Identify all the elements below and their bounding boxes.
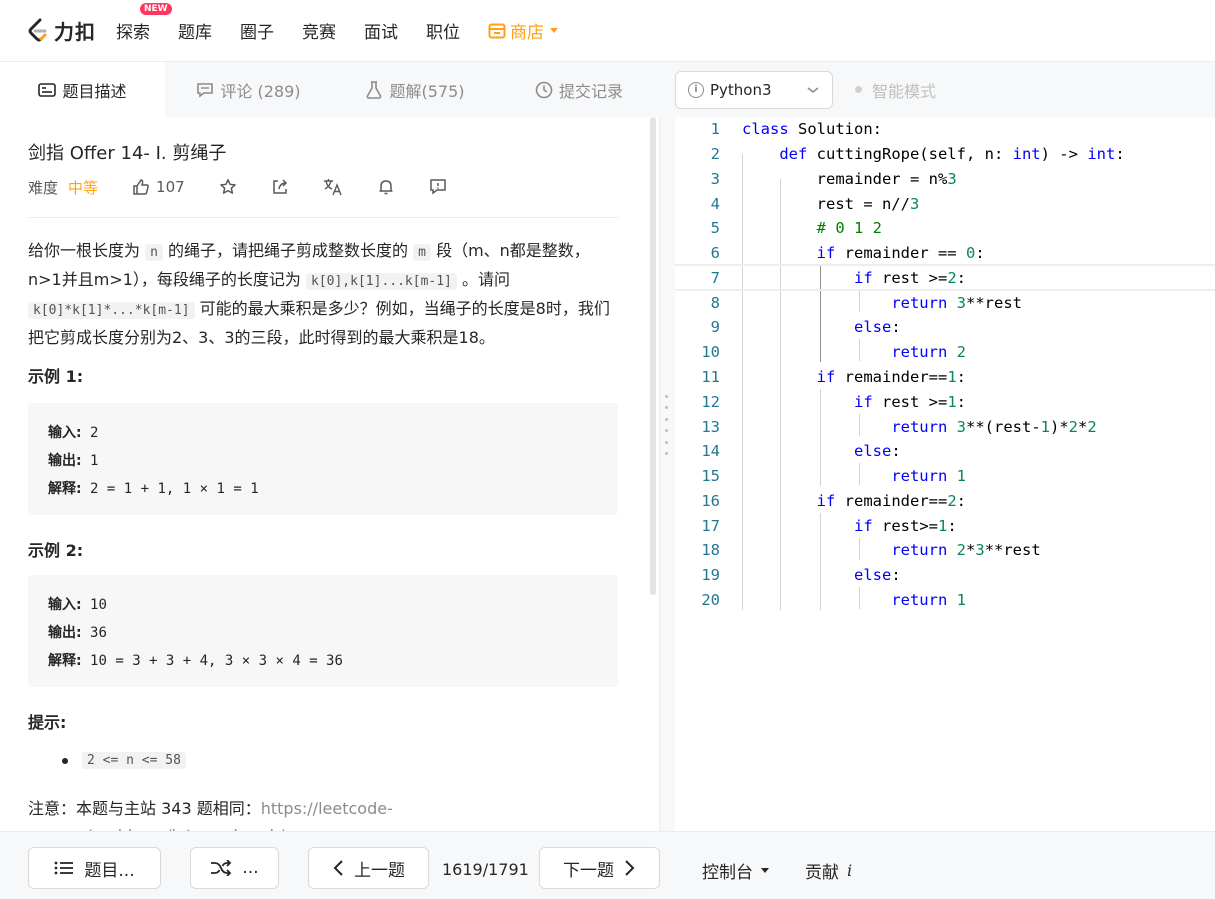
- bell-icon: [379, 180, 393, 195]
- code-line: 20 return 1: [701, 591, 966, 609]
- nav-jobs[interactable]: 职位: [426, 18, 460, 43]
- example-2-heading: 示例 2:: [28, 541, 84, 560]
- tab-solutions[interactable]: 题解(575): [332, 62, 498, 117]
- star-icon: [219, 179, 236, 194]
- info-italic-icon: i: [847, 861, 853, 880]
- hint-item: 2 <= n <= 58: [62, 752, 186, 769]
- flask-icon: [367, 80, 382, 99]
- code-editor[interactable]: 1 class Solution: 2 def cuttingRope(self,…: [675, 117, 1215, 831]
- code-line: 8 return 3**rest: [710, 294, 1022, 312]
- code-line: 2 def cuttingRope(self, n: int) -> int:: [710, 145, 1125, 163]
- leetcode-logo-icon: [28, 18, 47, 41]
- next-problem-button[interactable]: 下一题: [539, 847, 660, 889]
- info-icon: i: [688, 81, 704, 98]
- smart-mode-toggle[interactable]: 智能模式: [855, 78, 936, 102]
- console-toggle[interactable]: 控制台: [702, 858, 769, 883]
- scrollbar[interactable]: [650, 117, 656, 595]
- resize-handle[interactable]: [662, 395, 670, 455]
- share-button[interactable]: [271, 178, 289, 196]
- code-line-current: 7 if rest >=2:: [675, 264, 1215, 291]
- bullet-icon: [62, 757, 68, 764]
- clock-icon: [535, 81, 553, 98]
- tab-description[interactable]: 题目描述: [0, 62, 165, 117]
- description-icon: [38, 82, 57, 97]
- contribute-button[interactable]: 贡献 i: [805, 858, 852, 883]
- inline-code: k[0]*k[1]*...*k[m-1]: [28, 302, 195, 319]
- code-line: 11 if remainder==1:: [701, 368, 966, 386]
- chevron-down-icon: [761, 868, 769, 873]
- nav-contest[interactable]: 竞赛: [302, 18, 336, 43]
- chevron-right-icon: [625, 860, 635, 876]
- nav-shop[interactable]: 商店: [488, 18, 558, 43]
- problem-statement: 给你一根长度为 n 的绳子，请把绳子剪成整数长度的 m 段（m、n都是整数，n>…: [28, 241, 610, 347]
- like-count: 107: [156, 178, 185, 196]
- difficulty-value: 中等: [68, 178, 99, 197]
- nav-circle[interactable]: 圈子: [240, 18, 274, 43]
- example-2-block: 输入: 10 输出: 36 解释: 10 = 3 + 3 + 4, 3 × 3 …: [28, 575, 618, 687]
- note: 注意：本题与主站 343 题相同：https://leetcode-cn.com…: [28, 795, 428, 831]
- chevron-left-icon: [333, 860, 343, 876]
- code-line: 15 return 1: [701, 467, 966, 485]
- feedback-icon: [429, 179, 446, 195]
- nav-explore[interactable]: 探索 NEW: [116, 3, 172, 43]
- top-navigation: 力扣 探索 NEW 题库 圈子 竞赛 面试 职位 商店: [0, 0, 1215, 62]
- code-line: 5 # 0 1 2: [710, 219, 882, 237]
- problem-list-button[interactable]: 题目...: [28, 847, 161, 889]
- comment-icon: [197, 82, 214, 98]
- random-problem-button[interactable]: ...: [190, 847, 279, 889]
- chevron-down-icon: [550, 28, 558, 33]
- like-button[interactable]: 107: [132, 178, 185, 196]
- tab-comments[interactable]: 评论 (289): [165, 62, 332, 117]
- thumbs-up-icon: [133, 179, 149, 195]
- code-line: 19 else:: [701, 566, 901, 584]
- problem-tabs: 题目描述 评论 (289) 题解(575) 提交记录: [0, 62, 660, 117]
- logo[interactable]: 力扣: [26, 16, 96, 45]
- code-line: 14 else:: [701, 442, 901, 460]
- code-line: 10 return 2: [701, 343, 966, 361]
- hint-heading: 提示:: [28, 713, 67, 732]
- example-1-block: 输入: 2 输出: 1 解释: 2 = 1 + 1, 1 × 1 = 1: [28, 403, 618, 515]
- inline-code: m: [413, 244, 431, 261]
- code-line: 6 if remainder == 0:: [710, 244, 985, 262]
- code-line: 13 return 3**(rest-1)*2*2: [701, 418, 1097, 436]
- shuffle-icon: [211, 860, 232, 876]
- logo-text: 力扣: [54, 20, 96, 44]
- problem-description-panel[interactable]: 剑指 Offer 14- I. 剪绳子 难度 中等 107 给你一根长度为 n …: [0, 117, 660, 831]
- code-line: 17 if rest>=1:: [701, 517, 957, 535]
- code-line: 4 rest = n//3: [710, 195, 920, 213]
- bottom-bar: 题目... ... 上一题 1619/1791 下一题 控制台 贡献 i: [0, 831, 1215, 899]
- notify-button[interactable]: [377, 178, 395, 196]
- editor-toolbar: i Python3 智能模式: [660, 62, 1215, 117]
- code-line: 16 if remainder==2:: [701, 492, 966, 510]
- list-icon: [54, 861, 74, 875]
- store-icon: [488, 23, 506, 38]
- feedback-button[interactable]: [429, 178, 447, 196]
- translate-icon: [323, 179, 342, 196]
- inline-code: n: [145, 244, 163, 261]
- nav-problems[interactable]: 题库: [178, 18, 212, 43]
- code-line: 1 class Solution:: [710, 120, 882, 138]
- language-select[interactable]: i Python3: [675, 70, 833, 109]
- problem-pager: 1619/1791: [442, 860, 529, 879]
- difficulty-label: 难度: [28, 178, 59, 197]
- divider: [28, 217, 618, 218]
- tab-submissions[interactable]: 提交记录: [498, 62, 660, 117]
- code-line: 3 remainder = n%3: [710, 170, 957, 188]
- nav-interview[interactable]: 面试: [364, 18, 398, 43]
- status-dot-icon: [855, 86, 862, 93]
- inline-code: k[0],k[1]...k[m-1]: [306, 273, 457, 290]
- code-line: 18 return 2*3**rest: [701, 541, 1041, 559]
- code-line: 12 if rest >=1:: [701, 393, 966, 411]
- problem-meta: 难度 中等 107: [28, 175, 481, 199]
- new-badge: NEW: [140, 3, 172, 15]
- translate-button[interactable]: [323, 178, 343, 196]
- example-1-heading: 示例 1:: [28, 367, 84, 386]
- code-line: 9 else:: [710, 318, 901, 336]
- chevron-down-icon: [807, 86, 819, 93]
- share-icon: [272, 179, 287, 194]
- prev-problem-button[interactable]: 上一题: [308, 847, 429, 889]
- hint-code: 2 <= n <= 58: [82, 752, 186, 769]
- problem-title: 剑指 Offer 14- I. 剪绳子: [28, 143, 227, 164]
- favorite-button[interactable]: [219, 178, 237, 196]
